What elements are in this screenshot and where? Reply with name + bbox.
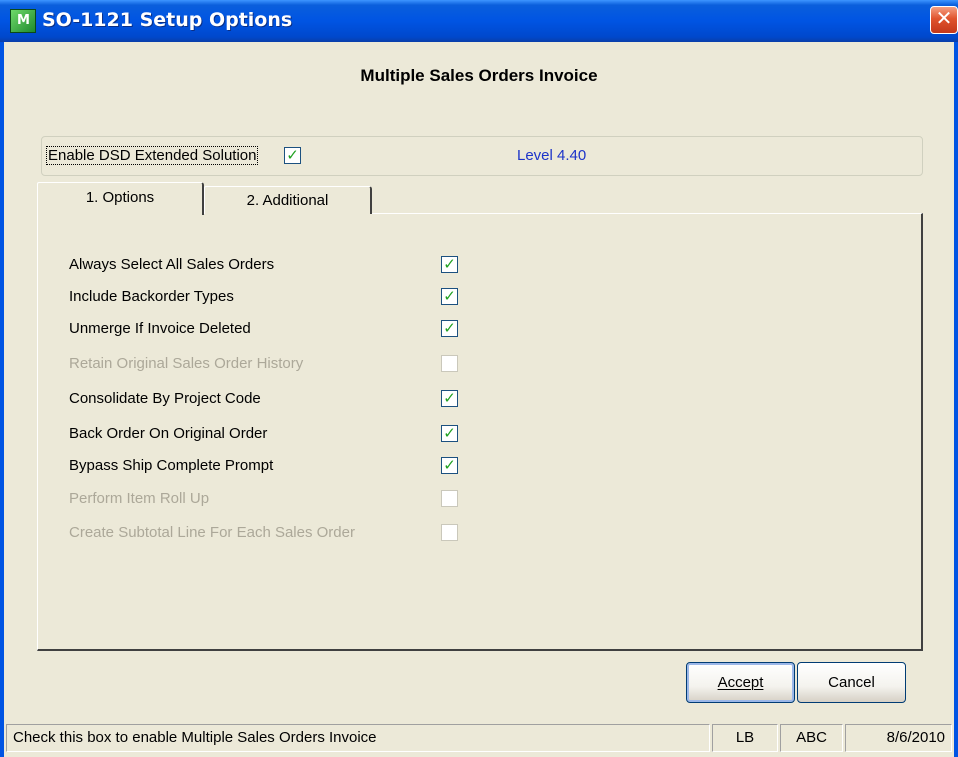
window-frame-right [954, 42, 958, 757]
option-checkbox-item-roll-up [441, 490, 458, 507]
check-mark-icon: ✓ [443, 389, 456, 407]
option-checkbox-back-order-original[interactable]: ✓ [441, 425, 458, 442]
option-checkbox-unmerge[interactable]: ✓ [441, 320, 458, 337]
option-checkbox-include-backorder[interactable]: ✓ [441, 288, 458, 305]
check-mark-icon: ✓ [443, 456, 456, 474]
option-label-unmerge: Unmerge If Invoice Deleted [69, 320, 251, 337]
enable-dsd-checkbox[interactable]: ✓ [284, 147, 301, 164]
option-label-bypass-ship: Bypass Ship Complete Prompt [69, 457, 274, 474]
status-message: Check this box to enable Multiple Sales … [6, 724, 710, 752]
option-label-consolidate-project: Consolidate By Project Code [69, 390, 261, 407]
status-user: LB [712, 724, 778, 752]
check-mark-icon: ✓ [443, 255, 456, 273]
window-frame-left [0, 42, 4, 757]
option-checkbox-always-select[interactable]: ✓ [441, 256, 458, 273]
app-icon[interactable]: M [10, 9, 36, 33]
close-button[interactable]: ✕ [930, 6, 958, 34]
window-title: SO-1121 Setup Options [42, 9, 293, 31]
status-company: ABC [780, 724, 843, 752]
enable-dsd-label[interactable]: Enable DSD Extended Solution [45, 146, 259, 165]
option-label-always-select: Always Select All Sales Orders [69, 256, 275, 273]
option-label-retain-history: Retain Original Sales Order History [69, 355, 304, 372]
check-mark-icon: ✓ [443, 287, 456, 305]
check-mark-icon: ✓ [443, 424, 456, 442]
option-label-subtotal-line: Create Subtotal Line For Each Sales Orde… [69, 524, 355, 541]
option-checkbox-consolidate-project[interactable]: ✓ [441, 390, 458, 407]
tab-additional[interactable]: 2. Additional [204, 186, 372, 214]
cancel-button[interactable]: Cancel [797, 662, 906, 703]
option-checkbox-subtotal-line [441, 524, 458, 541]
option-label-item-roll-up: Perform Item Roll Up [69, 490, 210, 507]
accept-button-label: Accept [717, 674, 764, 691]
check-mark-icon: ✓ [443, 319, 456, 337]
status-bar: Check this box to enable Multiple Sales … [4, 718, 954, 757]
option-checkbox-bypass-ship[interactable]: ✓ [441, 457, 458, 474]
page-heading: Multiple Sales Orders Invoice [360, 66, 598, 85]
option-label-back-order-original: Back Order On Original Order [69, 425, 268, 442]
check-mark-icon: ✓ [286, 146, 299, 164]
title-bar: M SO-1121 Setup Options ✕ [0, 0, 958, 42]
cancel-button-label: Cancel [828, 674, 875, 691]
accept-button[interactable]: Accept [686, 662, 795, 703]
option-label-include-backorder: Include Backorder Types [69, 288, 234, 305]
level-text: Level 4.40 [517, 147, 587, 164]
status-date: 8/6/2010 [845, 724, 952, 752]
tab-options[interactable]: 1. Options [37, 182, 204, 215]
option-checkbox-retain-history [441, 355, 458, 372]
